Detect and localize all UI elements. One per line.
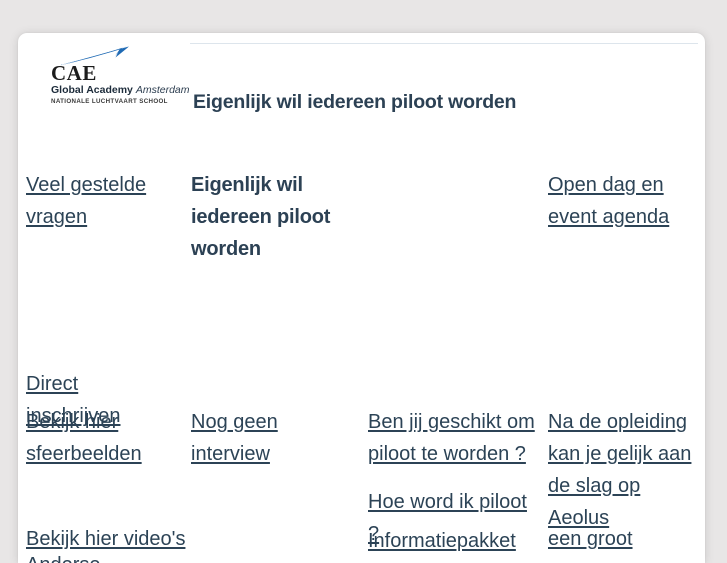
page-title: Eigenlijk wil iedereen piloot worden xyxy=(193,91,517,113)
logo-subtitle: Global Academy Amsterdam xyxy=(51,85,190,96)
list-item: Anderse xyxy=(26,549,191,563)
link-nog-geen-interview[interactable]: Nog geen interview xyxy=(191,411,278,465)
list-item: Informatiepakket aanvragen xyxy=(368,525,553,563)
link-bekijk-hier-videos[interactable]: Bekijk hier video's xyxy=(26,528,185,550)
link-een-groot[interactable]: een groot xyxy=(548,528,633,550)
link-na-de-opleiding-aeolus[interactable]: Na de opleiding kan je gelijk aan de sla… xyxy=(548,411,691,529)
logo-subtitle-bold: Global Academy xyxy=(51,84,136,96)
cae-logo[interactable]: CAE Global Academy Amsterdam NATIONALE L… xyxy=(36,46,194,108)
list-item: Nog geen interview xyxy=(191,406,356,470)
list-item: Open dag en event agenda xyxy=(548,169,705,233)
content-card: CAE Global Academy Amsterdam NATIONALE L… xyxy=(18,33,705,563)
logo-wordmark: CAE xyxy=(51,61,97,85)
link-open-dag-en-event-agenda[interactable]: Open dag en event agenda xyxy=(548,174,669,228)
list-item: Veel gestelde vragen xyxy=(26,169,191,233)
page-header: CAE Global Academy Amsterdam NATIONALE L… xyxy=(18,33,705,123)
link-bekijk-hier-sfeerbeelden[interactable]: Bekijk hier sfeerbeelden xyxy=(26,411,142,465)
link-anderse[interactable]: Anderse xyxy=(26,554,101,563)
link-informatiepakket-aanvragen[interactable]: Informatiepakket aanvragen xyxy=(368,530,516,563)
logo-tagline: NATIONALE LUCHTVAART SCHOOL xyxy=(51,98,168,105)
list-item: Bekijk hier sfeerbeelden xyxy=(26,406,196,470)
page-root: CAE Global Academy Amsterdam NATIONALE L… xyxy=(0,0,727,563)
heading-eigenlijk-wil-iedereen-piloot-worden: Eigenlijk wil iedereen piloot worden xyxy=(191,174,331,260)
list-item: Ben jij geschikt om piloot te worden ? xyxy=(368,406,543,470)
list-item: Eigenlijk wil iedereen piloot worden xyxy=(191,169,371,265)
list-item: een groot xyxy=(548,523,698,555)
logo-subtitle-italic: Amsterdam xyxy=(135,84,190,96)
list-item: Na de opleiding kan je gelijk aan de sla… xyxy=(548,406,698,534)
link-ben-jij-geschikt-om-piloot-te-worden[interactable]: Ben jij geschikt om piloot te worden ? xyxy=(368,411,535,465)
link-veel-gestelde-vragen[interactable]: Veel gestelde vragen xyxy=(26,174,146,228)
